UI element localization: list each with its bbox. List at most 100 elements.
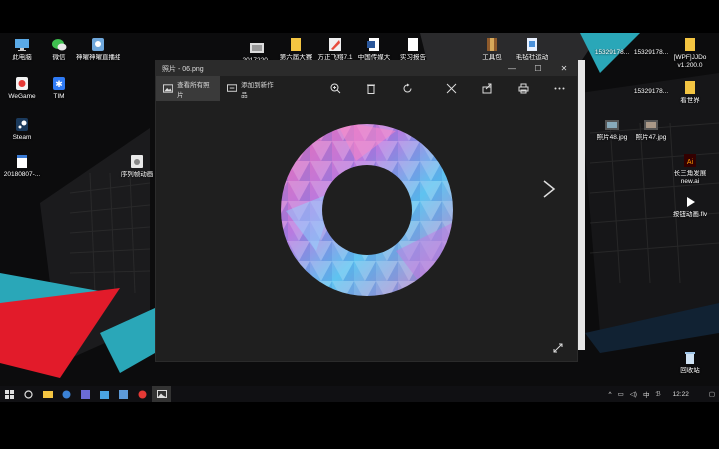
share-icon[interactable] <box>469 76 505 101</box>
cortana-icon <box>24 389 33 399</box>
desktop-icon-folder[interactable]: 毛毡社运动 <box>510 38 554 62</box>
clock[interactable]: 12:22 <box>673 391 689 398</box>
window-title: 照片 - 06.png <box>162 65 204 73</box>
delete-icon[interactable] <box>353 76 389 101</box>
desktop-icon-illustrator[interactable]: Ai 长三角发展 new.ai <box>668 154 712 186</box>
image-file-icon <box>643 39 659 47</box>
desktop-icon-label: 回收站 <box>680 367 700 374</box>
desktop-icon-document[interactable]: 实习报告 <box>391 38 435 62</box>
desktop-icon-label: 序列帧动画 <box>120 171 154 178</box>
desktop-icon-folder[interactable]: 序列帧动画 <box>115 155 159 179</box>
view-all-photos-button[interactable]: 查看所有照片 <box>156 76 220 101</box>
ime-indicator[interactable]: 中 <box>643 389 650 399</box>
rotate-icon[interactable] <box>389 76 425 101</box>
store-icon <box>100 390 109 399</box>
taskbar-app[interactable] <box>114 386 133 402</box>
input-method-icon[interactable]: ℬ <box>655 390 660 398</box>
folder-icon <box>131 155 143 168</box>
edit-icon[interactable] <box>433 76 469 101</box>
desktop-icon-label: 15329178... <box>633 49 669 56</box>
photos-toolbar: 查看所有照片 添加到新作品 <box>156 76 577 101</box>
app-icon <box>138 390 147 398</box>
desktop-icon-archive[interactable]: 工具包 <box>470 38 514 62</box>
desktop-icon-label: 看世界 <box>680 97 700 104</box>
photos-icon <box>156 390 167 398</box>
displayed-photo <box>276 121 563 384</box>
close-button[interactable]: ✕ <box>551 61 577 76</box>
illustrator-file-icon: Ai <box>684 154 696 167</box>
print-icon[interactable] <box>505 76 541 101</box>
desktop-icon-image[interactable]: 15329178... <box>590 39 634 57</box>
desktop-icon-label: 15329178... <box>633 88 669 95</box>
volume-icon[interactable]: ◁) <box>630 390 637 398</box>
desktop-icon-document[interactable]: 20180807-... <box>0 155 44 179</box>
folder-icon <box>685 81 695 94</box>
desktop-icon-label: 微信 <box>52 54 66 61</box>
taskbar: ^ ▭ ◁) 中 ℬ 12:22 ▢ <box>0 386 719 402</box>
taskbar-app[interactable] <box>133 386 152 402</box>
show-hidden-icons[interactable]: ^ <box>609 391 612 398</box>
taskbar-file-explorer[interactable] <box>38 386 57 402</box>
folder-icon <box>42 391 53 398</box>
minimize-button[interactable]: — <box>499 61 525 76</box>
zoom-in-icon[interactable] <box>317 76 353 101</box>
next-photo-icon[interactable] <box>541 179 557 201</box>
desktop-icon-label: 长三角发展 new.ai <box>673 170 707 185</box>
desktop-icon-label: 照片47.jpg <box>635 134 667 141</box>
cortana-button[interactable] <box>19 386 38 402</box>
fullscreen-icon[interactable] <box>553 343 563 353</box>
svg-text:Ai: Ai <box>687 159 694 166</box>
photo-canvas[interactable] <box>156 101 577 384</box>
add-to-creation-label: 添加到新作品 <box>241 81 274 99</box>
desktop-icon-label: 20180807-... <box>3 171 41 178</box>
desktop-icon-folder[interactable]: [WPF]JJDo v1.200.0 <box>668 38 712 70</box>
app-icon <box>329 38 341 51</box>
background-window-edge <box>578 60 585 350</box>
add-to-creation-button[interactable]: 添加到新作品 <box>220 76 284 101</box>
window-titlebar[interactable]: 照片 - 06.png — ☐ ✕ <box>156 61 577 76</box>
start-button[interactable] <box>0 386 19 402</box>
desktop-icon-image[interactable]: 15329178... <box>629 78 673 96</box>
taskbar-browser[interactable] <box>57 386 76 402</box>
photos-window: 照片 - 06.png — ☐ ✕ 查看所有照片 添加到新作品 <box>155 60 578 384</box>
taskbar-store[interactable] <box>95 386 114 402</box>
desktop-icon-wechat[interactable]: 微信 <box>37 38 81 62</box>
view-all-photos-label: 查看所有照片 <box>177 81 210 99</box>
word-file-icon <box>367 38 379 51</box>
desktop-icon-image[interactable]: 照片48.jpg <box>590 118 634 142</box>
desktop-icon-label: 照片48.jpg <box>596 134 628 141</box>
desktop-icon-folder[interactable]: 第六届大赛 <box>274 38 318 62</box>
image-file-icon <box>644 120 658 130</box>
taskbar-app[interactable] <box>76 386 95 402</box>
desktop-icon-app[interactable]: 神曜神曜直播组 <box>76 38 120 62</box>
folder-icon <box>527 38 537 51</box>
image-file-icon <box>604 39 620 47</box>
wechat-icon <box>52 39 67 51</box>
archive-icon <box>487 38 497 51</box>
system-tray: ^ ▭ ◁) 中 ℬ 12:22 ▢ <box>609 389 719 400</box>
desktop-icon-label: 按钮动画.flv <box>672 211 708 218</box>
desktop-icon-app[interactable]: 方正飞翔7.1 <box>313 38 357 62</box>
computer-icon <box>15 39 29 51</box>
app-icon <box>119 389 128 399</box>
desktop-icon-steam[interactable]: Steam <box>0 118 44 142</box>
desktop-icon-word[interactable]: 中国传媒大 <box>352 38 396 62</box>
app-icon <box>92 38 104 51</box>
desktop-icon-video[interactable]: 按钮动画.flv <box>668 195 712 219</box>
desktop-icon-folder[interactable]: 看世界 <box>668 81 712 105</box>
folder-icon <box>291 38 301 51</box>
folder-icon <box>685 38 695 51</box>
notification-icon[interactable]: ▢ <box>709 390 715 398</box>
desktop-icon-image[interactable]: 照片47.jpg <box>629 118 673 142</box>
video-file-icon <box>687 197 695 207</box>
image-file-icon <box>605 120 619 130</box>
desktop-icon-tim[interactable]: ✱ TIM <box>37 77 81 101</box>
app-icon <box>81 389 90 399</box>
desktop-icon-recycle-bin[interactable]: 回收站 <box>668 351 712 375</box>
svg-text:✱: ✱ <box>55 79 63 89</box>
taskbar-photos[interactable] <box>152 386 171 402</box>
network-icon[interactable]: ▭ <box>618 390 624 398</box>
more-icon[interactable] <box>541 76 577 101</box>
maximize-button[interactable]: ☐ <box>525 61 551 76</box>
desktop-icon-image[interactable]: 15329178... <box>629 39 673 57</box>
